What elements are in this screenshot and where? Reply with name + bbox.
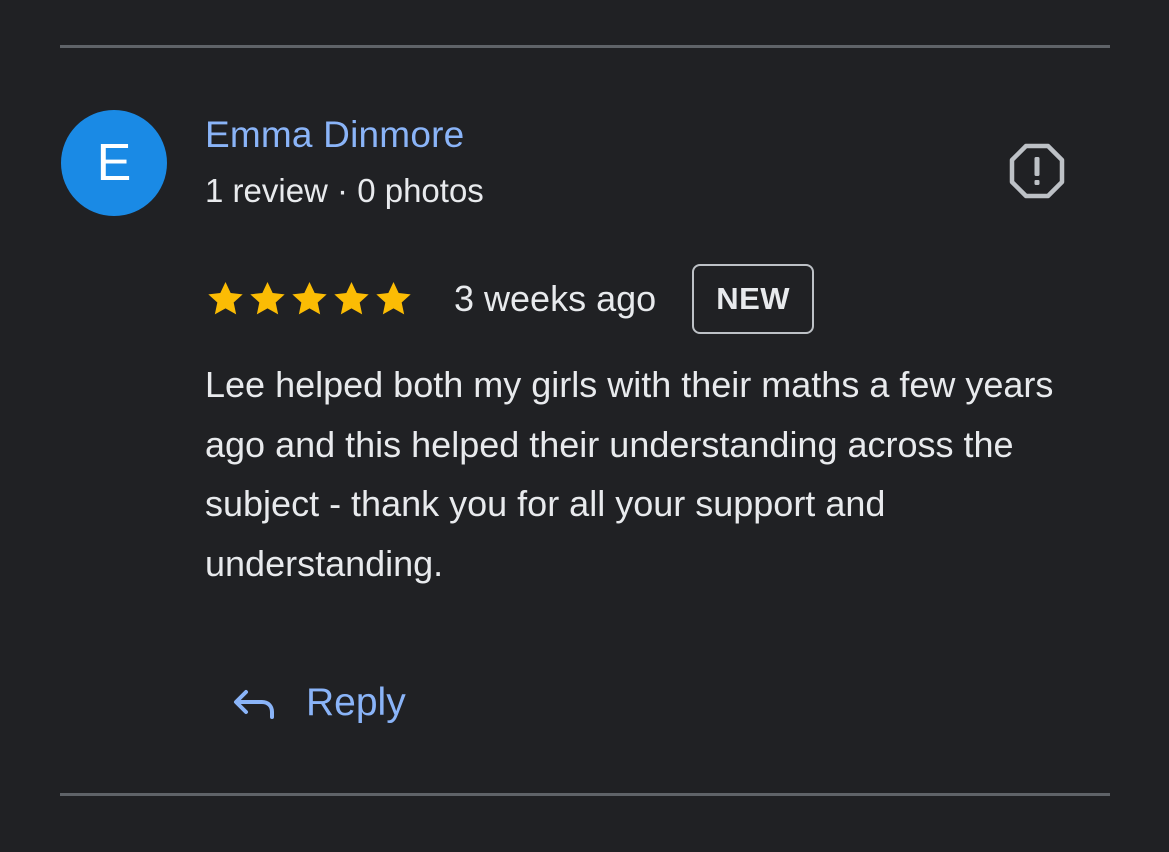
star-icon (292, 281, 327, 314)
avatar-initial: E (96, 134, 132, 192)
reply-label: Reply (306, 681, 406, 724)
star-rating (205, 279, 415, 319)
new-badge: NEW (692, 263, 815, 334)
top-divider (60, 45, 1110, 48)
avatar[interactable]: E (61, 110, 167, 216)
report-octagon-icon (1009, 143, 1065, 199)
report-review-button[interactable] (1006, 141, 1068, 201)
reply-button[interactable]: Reply (232, 676, 406, 730)
review-card: E Emma Dinmore 1 review · 0 photos 3 wee… (0, 0, 1169, 852)
bottom-divider (60, 793, 1110, 796)
star-icon (334, 281, 369, 314)
rating-row: 3 weeks ago NEW (205, 262, 815, 335)
star-icon (250, 281, 285, 314)
star-icon (376, 281, 411, 314)
review-time: 3 weeks ago (454, 277, 657, 319)
star-icon (208, 281, 243, 314)
reviewer-name[interactable]: Emma Dinmore (205, 114, 464, 156)
review-text: Lee helped both my girls with their math… (205, 364, 1054, 584)
reply-arrow-icon (234, 690, 274, 719)
reviewer-meta: 1 review · 0 photos (205, 172, 484, 209)
